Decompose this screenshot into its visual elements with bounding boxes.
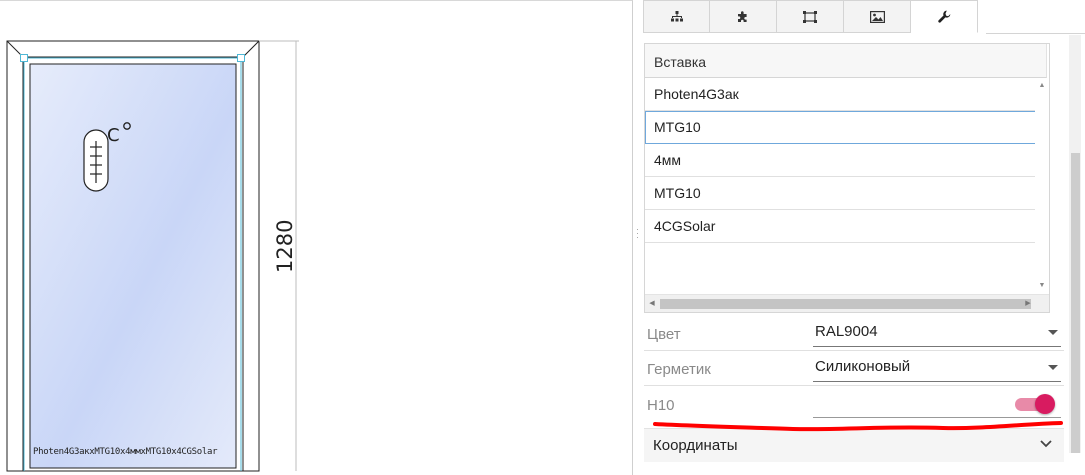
grid-row[interactable]: Photen4G3ак xyxy=(645,78,1047,111)
tab-settings[interactable] xyxy=(911,0,978,33)
property-h10-label: H10 xyxy=(647,397,675,414)
grid-column-header[interactable]: Вставка xyxy=(645,44,1047,78)
chevron-down-icon xyxy=(1040,440,1052,448)
property-sealant-label: Герметик xyxy=(647,361,711,378)
puzzle-icon xyxy=(738,10,747,22)
panel-vertical-scrollbar[interactable] xyxy=(1069,35,1081,453)
color-select[interactable]: RAL9004 xyxy=(813,317,1061,347)
tab-dimensions[interactable] xyxy=(777,0,844,33)
h10-toggle-field xyxy=(813,388,1061,418)
grid-horizontal-scrollbar[interactable]: ◀ ▶ xyxy=(645,294,1049,312)
panel-scroll-thumb[interactable] xyxy=(1071,153,1080,453)
chevron-down-icon xyxy=(1048,365,1058,370)
drawing-canvas[interactable]: C 1280 Photen4G3акхMTG10x4ммхMTG10x4CGSo… xyxy=(0,0,633,475)
properties-panel: Вставка Photen4G3ак MTG10 4мм MTG10 4CGS… xyxy=(641,0,1085,475)
grid-vertical-scrollbar[interactable]: ▲ ▼ xyxy=(1035,78,1049,292)
svg-text:C: C xyxy=(107,125,120,146)
scroll-right-icon[interactable]: ▶ xyxy=(1021,295,1035,312)
property-color-row: Цвет RAL9004 xyxy=(644,317,1064,351)
glass-layers-grid: Вставка Photen4G3ак MTG10 4мм MTG10 4CGS… xyxy=(644,43,1050,313)
sealant-select[interactable]: Силиконовый xyxy=(813,352,1061,382)
panel-splitter-handle[interactable]: · · · xyxy=(636,225,639,242)
image-icon xyxy=(869,10,885,23)
height-dimension-label[interactable]: 1280 xyxy=(273,220,297,273)
tab-structure[interactable] xyxy=(643,0,710,33)
window-drawing: C xyxy=(6,40,299,472)
property-sealant-row: Герметик Силиконовый xyxy=(644,352,1064,386)
red-underline-annotation xyxy=(653,421,1063,432)
glass-pane[interactable] xyxy=(29,63,237,469)
scroll-thumb[interactable] xyxy=(660,299,1031,309)
dimensions-icon xyxy=(803,10,817,23)
color-select-value: RAL9004 xyxy=(815,323,878,340)
wrench-icon xyxy=(937,10,950,23)
handle-icon xyxy=(83,129,109,192)
scroll-left-icon[interactable]: ◀ xyxy=(645,295,659,312)
property-color-label: Цвет xyxy=(647,326,681,343)
hierarchy-icon xyxy=(670,11,683,22)
accordion-title: Координаты xyxy=(653,437,738,454)
scroll-up-icon[interactable]: ▲ xyxy=(1035,80,1049,92)
h10-toggle-knob[interactable] xyxy=(1035,394,1055,414)
grid-row[interactable]: MTG10 xyxy=(645,177,1047,210)
glass-formula-label: Photen4G3акхMTG10x4ммхMTG10x4CGSolar xyxy=(33,447,218,457)
grid-row[interactable]: 4мм xyxy=(645,144,1047,177)
chevron-down-icon xyxy=(1048,330,1058,335)
panel-tabs xyxy=(643,0,978,34)
tab-image[interactable] xyxy=(844,0,911,33)
grid-row[interactable]: 4CGSolar xyxy=(645,210,1047,243)
tab-components[interactable] xyxy=(710,0,777,33)
grid-row-selected[interactable]: MTG10 xyxy=(645,111,1048,144)
tabs-divider xyxy=(986,33,1085,34)
sealant-select-value: Силиконовый xyxy=(815,358,911,375)
scroll-down-icon[interactable]: ▼ xyxy=(1035,280,1049,292)
